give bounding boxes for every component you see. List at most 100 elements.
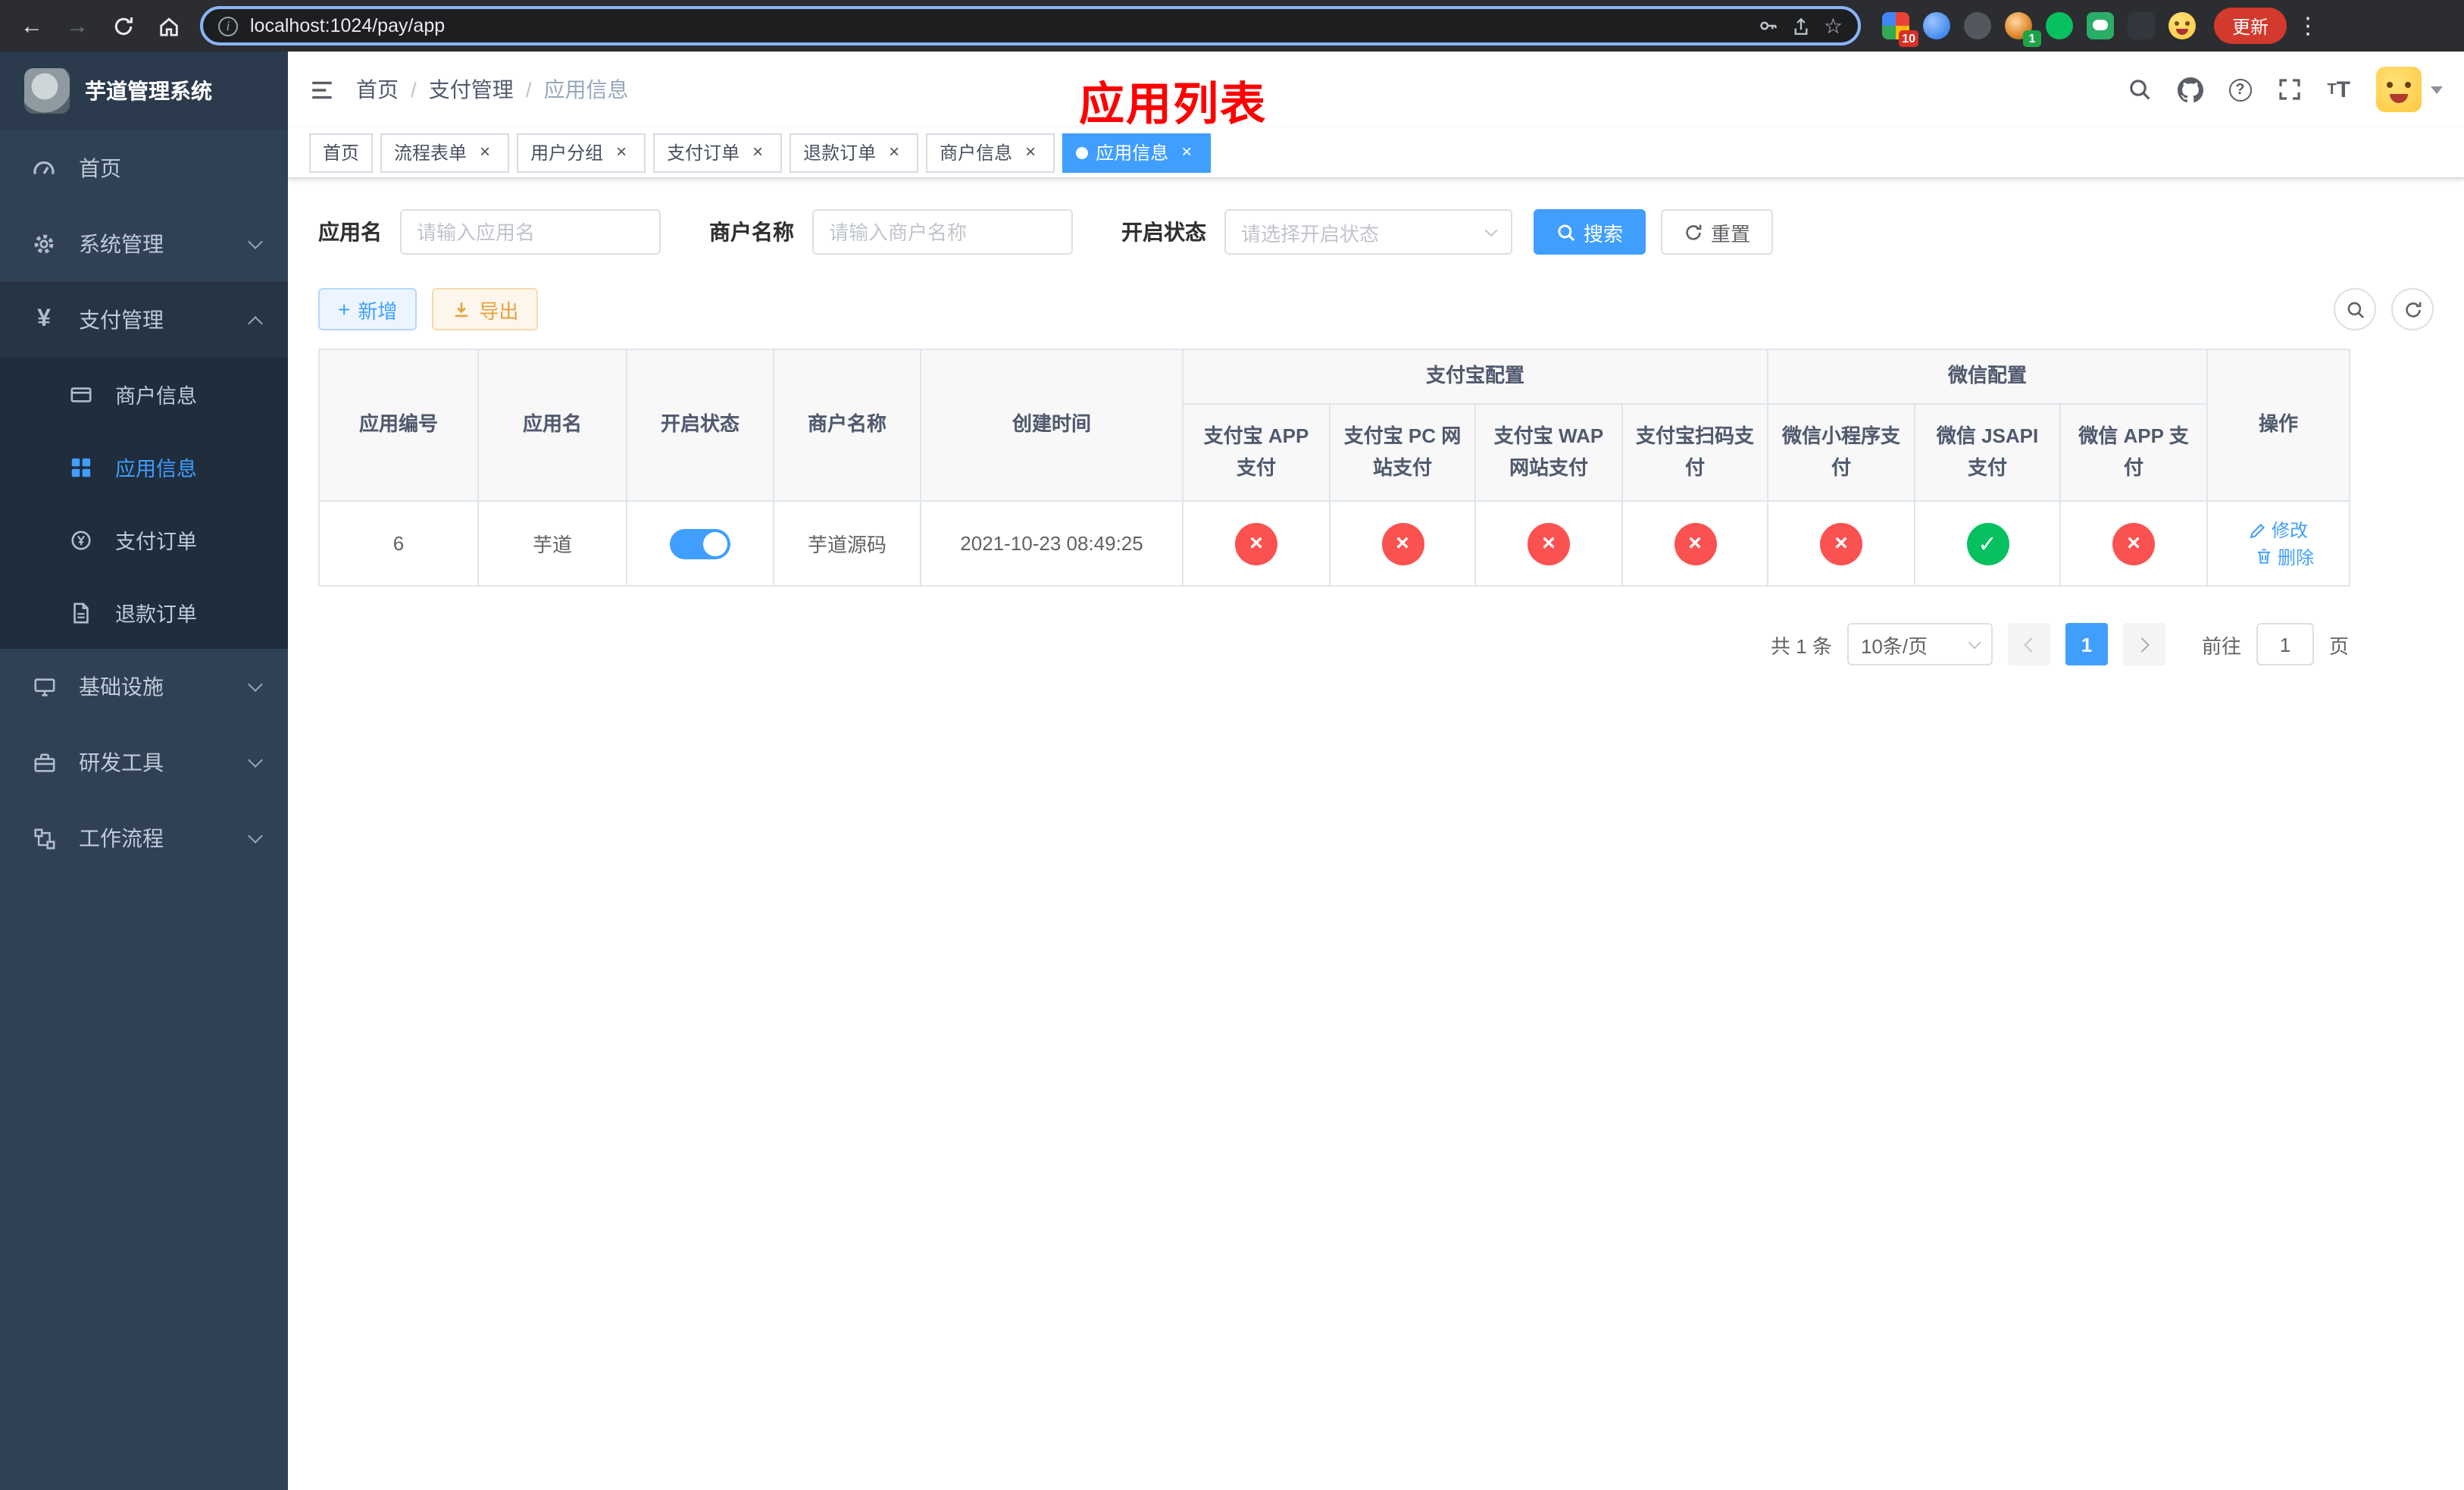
browser-back-button[interactable]: ←: [12, 6, 52, 45]
help-icon[interactable]: ?: [2228, 78, 2252, 101]
sidebar-item-app-info[interactable]: 应用信息: [0, 430, 288, 503]
chevron-down-icon: [2431, 86, 2443, 93]
chevron-down-icon: [248, 234, 263, 249]
reset-button[interactable]: 重置: [1661, 209, 1774, 255]
status-select[interactable]: 请选择开启状态: [1224, 209, 1512, 255]
browser-menu-icon[interactable]: ⋮: [2293, 12, 2323, 39]
browser-home-icon[interactable]: [149, 6, 188, 45]
tab-close-icon[interactable]: ×: [1176, 141, 1197, 163]
yen-icon: ¥: [37, 306, 51, 332]
export-button[interactable]: 导出: [432, 288, 539, 330]
extension-badge: 1: [2023, 30, 2041, 47]
browser-forward-button[interactable]: →: [58, 6, 97, 45]
sidebar-item-refund-order[interactable]: 退款订单: [0, 576, 288, 649]
sidebar-item-merchant-info[interactable]: 商户信息: [0, 358, 288, 430]
refresh-icon: [2405, 301, 2421, 317]
extension-avatar-icon[interactable]: 1: [2005, 12, 2041, 47]
browser-reload-icon[interactable]: [103, 6, 142, 45]
github-icon[interactable]: [2177, 77, 2203, 102]
prev-page-button[interactable]: [2007, 623, 2050, 665]
tab-close-icon[interactable]: ×: [611, 141, 632, 163]
refresh-table-button[interactable]: [2391, 288, 2434, 330]
tab-merchant-info[interactable]: 商户信息 ×: [926, 133, 1055, 172]
gear-icon: [30, 232, 58, 256]
tab-app-info[interactable]: 应用信息 ×: [1062, 133, 1212, 172]
extensions-area: 10 1: [1882, 12, 2196, 47]
tab-refund-order[interactable]: 退款订单 ×: [790, 133, 919, 172]
chevron-down-icon: [248, 677, 263, 692]
app-title: 芋道管理系统: [85, 79, 212, 103]
tab-process-form[interactable]: 流程表单 ×: [380, 133, 510, 172]
sidebar-item-home[interactable]: 首页: [0, 130, 288, 206]
col-actions: 操作: [2206, 349, 2351, 502]
edit-icon: [2250, 523, 2265, 538]
breadcrumb: 首页 / 支付管理 / 应用信息: [356, 74, 629, 105]
app-table: 应用编号 应用名 开启状态 商户名称 创建时间 支付宝配置 微信配置 操作 支付…: [318, 349, 2351, 587]
tab-close-icon[interactable]: ×: [747, 141, 768, 163]
extension-dark-icon[interactable]: [1964, 12, 1991, 39]
infrastructure-icon: [30, 675, 58, 698]
avatar[interactable]: [2376, 67, 2422, 112]
search-form: 应用名 商户名称 开启状态 请选择开启状态 搜索: [318, 209, 2434, 255]
sidebar-item-payment[interactable]: ¥ 支付管理: [0, 282, 288, 358]
extension-emoji-icon[interactable]: [2169, 12, 2196, 39]
page-size-select[interactable]: 10条/页: [1846, 623, 1993, 665]
browser-update-button[interactable]: 更新: [2214, 8, 2287, 44]
search-icon[interactable]: [2127, 77, 2151, 102]
tab-user-group[interactable]: 用户分组 ×: [517, 133, 646, 172]
page-info-icon[interactable]: i: [218, 16, 238, 36]
password-key-icon[interactable]: [1759, 15, 1780, 36]
status-enabled-icon: ✓: [1966, 522, 2009, 565]
status-disabled-icon: ×: [1674, 522, 1716, 565]
bookmark-star-icon[interactable]: ☆: [1824, 13, 1843, 39]
edit-link[interactable]: 修改: [2249, 517, 2308, 543]
breadcrumb-payment[interactable]: 支付管理: [429, 74, 514, 105]
sidebar-item-system[interactable]: 系统管理: [0, 206, 288, 282]
grid-icon: [67, 455, 94, 478]
goto-page-input[interactable]: [2256, 623, 2314, 665]
page-1-button[interactable]: 1: [2065, 623, 2108, 665]
tab-home[interactable]: 首页: [309, 133, 374, 172]
search-button[interactable]: 搜索: [1534, 209, 1646, 255]
next-page-button[interactable]: [2122, 623, 2165, 665]
merchant-name-input[interactable]: [812, 209, 1073, 255]
cell-created-at: 2021-10-23 08:49:25: [920, 500, 1184, 587]
col-created-at: 创建时间: [920, 349, 1184, 502]
page-annotation-title: 应用列表: [1079, 80, 1267, 130]
sidebar-item-workflow[interactable]: 工作流程: [0, 800, 288, 876]
search-icon: [2347, 301, 2363, 318]
tab-close-icon[interactable]: ×: [1020, 141, 1041, 163]
add-button[interactable]: + 新增: [318, 288, 417, 330]
chevron-down-icon: [1484, 223, 1498, 236]
extension-grid-icon[interactable]: 10: [1882, 12, 1918, 47]
status-toggle[interactable]: [670, 528, 730, 559]
extension-wechat-icon[interactable]: [2087, 12, 2114, 39]
delete-link[interactable]: 删除: [2255, 543, 2314, 569]
breadcrumb-home[interactable]: 首页: [356, 74, 399, 105]
status-disabled-icon: ×: [1527, 522, 1570, 565]
active-tab-dot: [1076, 146, 1089, 158]
sidebar-item-devtools[interactable]: 研发工具: [0, 725, 288, 800]
col-status: 开启状态: [626, 349, 774, 502]
user-menu[interactable]: [2376, 67, 2443, 112]
font-size-icon[interactable]: TT: [2327, 77, 2350, 102]
sidebar-item-payment-order[interactable]: 支付订单: [0, 503, 288, 576]
goto-label: 前往: [2201, 634, 2241, 657]
sidebar: 芋道管理系统 首页 系统管理 ¥ 支付管理 商户信息 应用信息 支付订单 退款订…: [0, 52, 288, 1490]
address-bar[interactable]: i localhost:1024/pay/app ☆: [200, 6, 1861, 45]
tab-payment-order[interactable]: 支付订单 ×: [653, 133, 783, 172]
app-logo: [24, 68, 70, 114]
payment-submenu: 商户信息 应用信息 支付订单 退款订单: [0, 358, 288, 649]
fullscreen-icon[interactable]: [2277, 77, 2301, 102]
tab-close-icon[interactable]: ×: [883, 141, 905, 163]
sidebar-item-infrastructure[interactable]: 基础设施: [0, 649, 288, 725]
extension-blue-icon[interactable]: [1923, 12, 1950, 39]
toggle-search-button[interactable]: [2334, 288, 2376, 330]
chevron-up-icon: [248, 315, 263, 330]
hamburger-icon[interactable]: [309, 77, 335, 102]
app-name-input[interactable]: [400, 209, 661, 255]
extension-bot-icon[interactable]: [2128, 12, 2155, 39]
tab-close-icon[interactable]: ×: [474, 141, 496, 163]
extension-green-icon[interactable]: [2046, 12, 2073, 39]
share-icon[interactable]: [1792, 16, 1812, 36]
